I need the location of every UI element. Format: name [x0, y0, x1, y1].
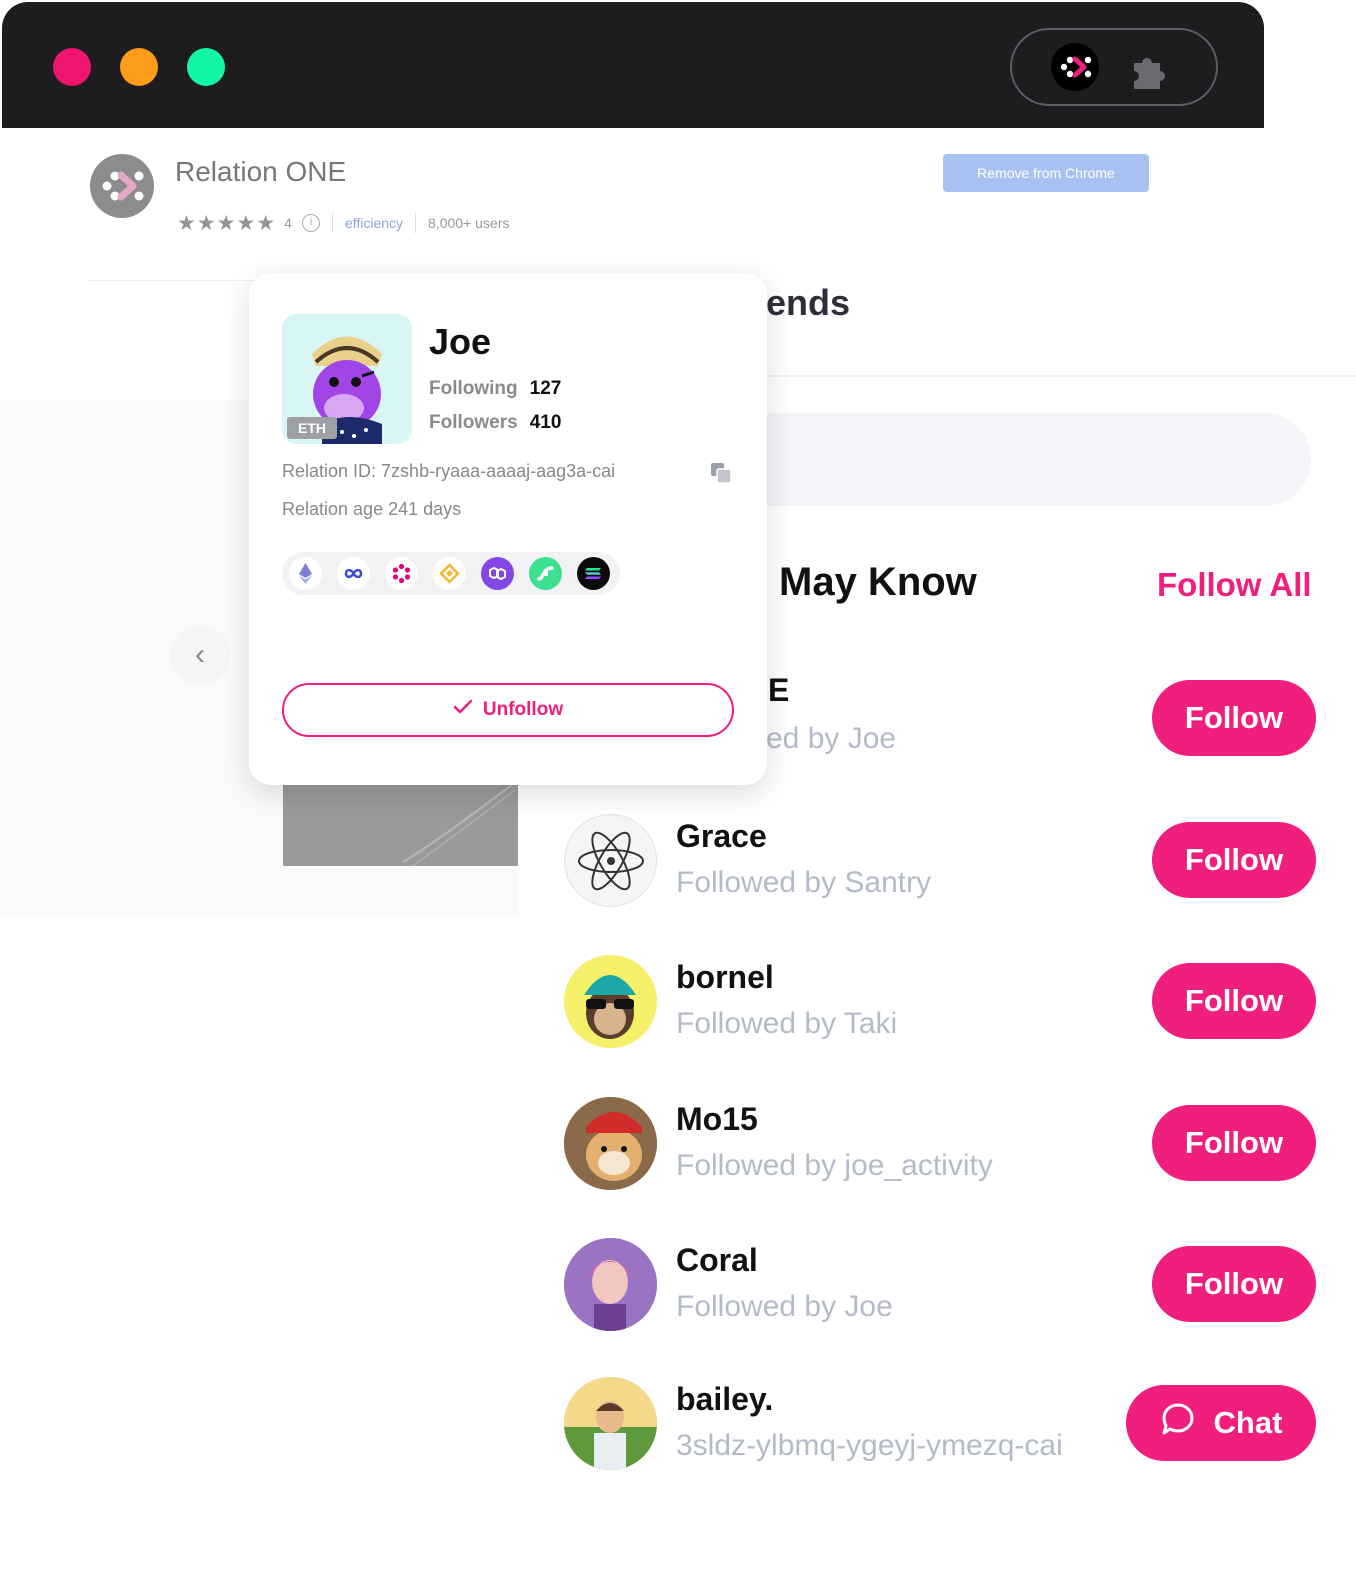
ethereum-icon[interactable]: [289, 557, 322, 590]
solana-icon[interactable]: [577, 557, 610, 590]
follow-button[interactable]: Follow: [1152, 963, 1316, 1039]
relation-one-extension-icon[interactable]: [1051, 43, 1099, 91]
maximize-window-button[interactable]: [187, 48, 225, 86]
person-name: E: [768, 672, 790, 708]
chat-button[interactable]: Chat: [1126, 1385, 1316, 1461]
list-item: bailey. 3sldz-ylbmq-ygeyj-ymezq-cai Chat: [564, 1373, 1316, 1473]
meta-divider: [415, 213, 417, 233]
person-subtitle: 3sldz-ylbmq-ygeyj-ymezq-cai: [676, 1429, 1063, 1462]
search-input[interactable]: [766, 413, 1311, 506]
follow-button[interactable]: Follow: [1152, 1105, 1316, 1181]
internet-computer-icon[interactable]: [337, 557, 370, 590]
polygon-icon[interactable]: [481, 557, 514, 590]
rating-count: 4: [284, 215, 292, 231]
person-subtitle: Followed by joe_activity: [676, 1149, 993, 1182]
relation-age: Relation age 241 days: [282, 499, 462, 519]
user-count: 8,000+ users: [428, 215, 510, 231]
list-item: bornel Followed by Taki Follow: [564, 951, 1316, 1051]
person-subtitle: Followed by Santry: [676, 866, 932, 899]
profile-avatar[interactable]: ETH: [282, 314, 412, 444]
following-stat[interactable]: Following 127: [429, 378, 561, 400]
chain-badge: ETH: [287, 417, 337, 439]
chevron-left-icon[interactable]: ‹: [170, 625, 230, 685]
avatar[interactable]: [564, 1097, 657, 1190]
list-item: Mo15 Followed by joe_activity Follow: [564, 1093, 1316, 1193]
avatar[interactable]: [564, 814, 657, 907]
extension-title: Relation ONE: [175, 156, 347, 187]
info-icon[interactable]: i: [301, 214, 320, 232]
followers-count: 410: [529, 412, 562, 433]
followers-stat[interactable]: Followers 410: [429, 412, 561, 434]
meta-divider: [331, 213, 333, 233]
follow-button[interactable]: Follow: [1152, 1246, 1316, 1322]
friends-heading: ends: [766, 282, 851, 323]
header-divider: [88, 280, 268, 281]
minimize-window-button[interactable]: [120, 48, 158, 86]
checkmark-icon: [453, 699, 473, 721]
following-label: Following: [429, 378, 518, 399]
person-name[interactable]: bornel: [676, 959, 774, 996]
followers-label: Followers: [429, 412, 518, 433]
page-divider: [766, 375, 1356, 377]
browser-toolbar: [2, 2, 1264, 128]
section-title: May Know: [779, 560, 977, 604]
person-name[interactable]: Mo15: [676, 1101, 758, 1138]
relation-id: Relation ID: 7zshb-ryaaa-aaaaj-aag3a-cai: [282, 461, 616, 481]
extensions-area: [1010, 28, 1218, 106]
rating-stars: ★★★★★: [177, 211, 277, 235]
copy-icon[interactable]: [709, 461, 733, 485]
bnb-icon[interactable]: [433, 557, 466, 590]
unfollow-button[interactable]: Unfollow: [282, 683, 734, 737]
list-item: Grace Followed by Santry Follow: [564, 810, 1316, 910]
following-count: 127: [529, 378, 562, 399]
chat-bubble-icon: [1160, 1401, 1196, 1445]
person-name[interactable]: Coral: [676, 1242, 758, 1279]
profile-popup: ETH Joe Following 127 Followers 410 Relati…: [249, 273, 767, 785]
person-subtitle: ed by Joe: [766, 722, 897, 755]
close-window-button[interactable]: [53, 48, 91, 86]
profile-name: Joe: [429, 321, 492, 362]
follow-button[interactable]: Follow: [1152, 822, 1316, 898]
person-subtitle: Followed by Taki: [676, 1007, 898, 1040]
polkadot-icon[interactable]: [385, 557, 418, 590]
avatar[interactable]: [564, 1377, 657, 1470]
relation-one-logo: [90, 154, 154, 218]
list-item: Coral Followed by Joe Follow: [564, 1234, 1316, 1334]
puzzle-icon[interactable]: [1126, 45, 1174, 93]
avatar[interactable]: [564, 1238, 657, 1331]
unfollow-label: Unfollow: [482, 699, 564, 720]
person-subtitle: Followed by Joe: [676, 1290, 893, 1323]
chat-label: Chat: [1213, 1405, 1283, 1440]
person-name[interactable]: bailey.: [676, 1381, 773, 1418]
follow-button[interactable]: Follow: [1152, 680, 1316, 756]
avatar[interactable]: [564, 955, 657, 1048]
remove-from-chrome-button[interactable]: Remove from Chrome: [943, 154, 1149, 192]
person-name[interactable]: Grace: [676, 818, 767, 855]
follow-all-button[interactable]: Follow All: [1157, 566, 1312, 604]
category-link[interactable]: efficiency: [345, 215, 403, 231]
extension-meta: ★★★★★ 4 i efficiency 8,000+ users: [177, 210, 509, 236]
chain-list: [282, 552, 620, 595]
flow-icon[interactable]: [529, 557, 562, 590]
nft-card-image[interactable]: [283, 783, 518, 867]
